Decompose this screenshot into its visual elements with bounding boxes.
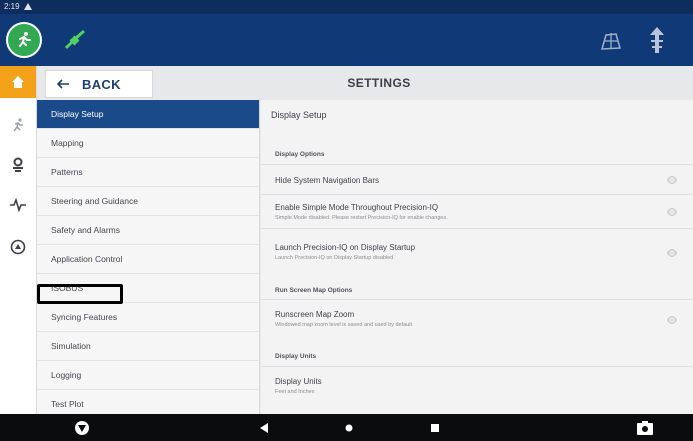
- setting-title: Launch Precision-IQ on Display Startup: [275, 243, 416, 252]
- support-icon: [10, 239, 26, 255]
- menu-item-label: Logging: [51, 370, 82, 380]
- menu-item-label: Syncing Features: [51, 312, 118, 322]
- app-logo-icon[interactable]: [73, 419, 91, 437]
- notification-icon: [24, 3, 32, 10]
- back-button[interactable]: BACK: [45, 70, 153, 98]
- run-logo-icon[interactable]: [6, 22, 42, 58]
- menu-item-syncing-features[interactable]: Syncing Features: [37, 303, 259, 332]
- menu-item-label: Simulation: [51, 341, 91, 351]
- menu-item-mapping[interactable]: Mapping: [37, 129, 259, 158]
- status-time: 2:19: [4, 2, 20, 11]
- setting-title: Runscreen Map Zoom: [275, 310, 355, 319]
- back-triangle-icon[interactable]: [258, 422, 270, 434]
- menu-item-safety-alarms[interactable]: Safety and Alarms: [37, 216, 259, 245]
- display-setup-panel: Display Setup Display Options Hide Syste…: [261, 100, 693, 414]
- menu-item-label: Patterns: [51, 167, 83, 177]
- setting-row-display-units[interactable]: Display Units Feet and Inches: [261, 366, 693, 414]
- menu-item-simulation[interactable]: Simulation: [37, 332, 259, 361]
- home-icon: [12, 76, 24, 88]
- menu-item-label: Safety and Alarms: [51, 225, 120, 235]
- settings-menu: Display Setup Mapping Patterns Steering …: [37, 100, 260, 414]
- toggle-switch[interactable]: [667, 208, 677, 216]
- top-bar: [0, 14, 693, 66]
- setting-row-simple-mode[interactable]: Enable Simple Mode Throughout Precision-…: [261, 194, 693, 228]
- setting-row-runscreen-map-zoom[interactable]: Runscreen Map Zoom Windowed map zoom lev…: [261, 299, 693, 341]
- arrow-left-icon: [56, 79, 69, 89]
- menu-item-label: Mapping: [51, 138, 84, 148]
- toggle-switch[interactable]: [667, 316, 677, 324]
- left-rail: [0, 66, 37, 414]
- setting-subtitle: Simple Mode disabled. Please restart Pre…: [275, 215, 448, 221]
- support-rail-button[interactable]: [0, 232, 36, 262]
- home-rail-button[interactable]: [0, 66, 36, 98]
- menu-item-display-setup[interactable]: Display Setup: [37, 100, 259, 129]
- setting-subtitle: Launch Precision-IQ on Display Startup d…: [275, 255, 394, 261]
- settings-header: BACK SETTINGS: [37, 66, 693, 101]
- run-rail-button[interactable]: [0, 110, 36, 140]
- back-label: BACK: [82, 76, 121, 92]
- setting-title: Display Units: [275, 377, 322, 386]
- section-display-units: Display Units: [275, 353, 317, 360]
- satellite-icon[interactable]: [62, 28, 90, 52]
- setting-title: Enable Simple Mode Throughout Precision-…: [275, 203, 439, 212]
- setting-subtitle: Feet and Inches: [275, 389, 315, 395]
- menu-item-patterns[interactable]: Patterns: [37, 158, 259, 187]
- isobus-highlight-box: [37, 284, 123, 304]
- gear-connection-icon: [13, 157, 23, 172]
- connection-rail-button[interactable]: [0, 150, 36, 180]
- setting-row-launch-on-startup[interactable]: Launch Precision-IQ on Display Startup L…: [261, 228, 693, 276]
- setting-row-hide-nav-bars[interactable]: Hide System Navigation Bars: [261, 164, 693, 194]
- field-boundary-icon[interactable]: [598, 28, 624, 54]
- page-title: SETTINGS: [347, 76, 411, 90]
- menu-item-label: Steering and Guidance: [51, 196, 138, 206]
- diagnostics-pulse-icon: [10, 198, 26, 212]
- toggle-switch[interactable]: [667, 176, 677, 184]
- run-icon: [13, 118, 23, 132]
- menu-item-label: Test Plot: [51, 399, 84, 409]
- toggle-switch[interactable]: [667, 249, 677, 257]
- menu-item-test-plot[interactable]: Test Plot: [37, 390, 259, 414]
- panel-title: Display Setup: [271, 110, 327, 120]
- system-navigation-bar: [0, 414, 693, 441]
- section-run-screen-map-options: Run Screen Map Options: [275, 287, 353, 294]
- setting-title: Hide System Navigation Bars: [275, 176, 380, 185]
- home-circle-icon[interactable]: [343, 422, 355, 434]
- recents-square-icon[interactable]: [429, 422, 441, 434]
- menu-item-steering-guidance[interactable]: Steering and Guidance: [37, 187, 259, 216]
- camera-icon[interactable]: [636, 419, 654, 437]
- section-display-options: Display Options: [275, 151, 325, 158]
- menu-item-label: Display Setup: [51, 109, 104, 119]
- setting-subtitle: Windowed map zoom level is saved and use…: [275, 322, 412, 328]
- menu-item-label: Application Control: [51, 254, 123, 264]
- status-bar: 2:19: [0, 0, 693, 14]
- tower-signal-icon[interactable]: [644, 24, 670, 56]
- diagnostics-rail-button[interactable]: [0, 190, 36, 220]
- menu-item-application-control[interactable]: Application Control: [37, 245, 259, 274]
- menu-item-logging[interactable]: Logging: [37, 361, 259, 390]
